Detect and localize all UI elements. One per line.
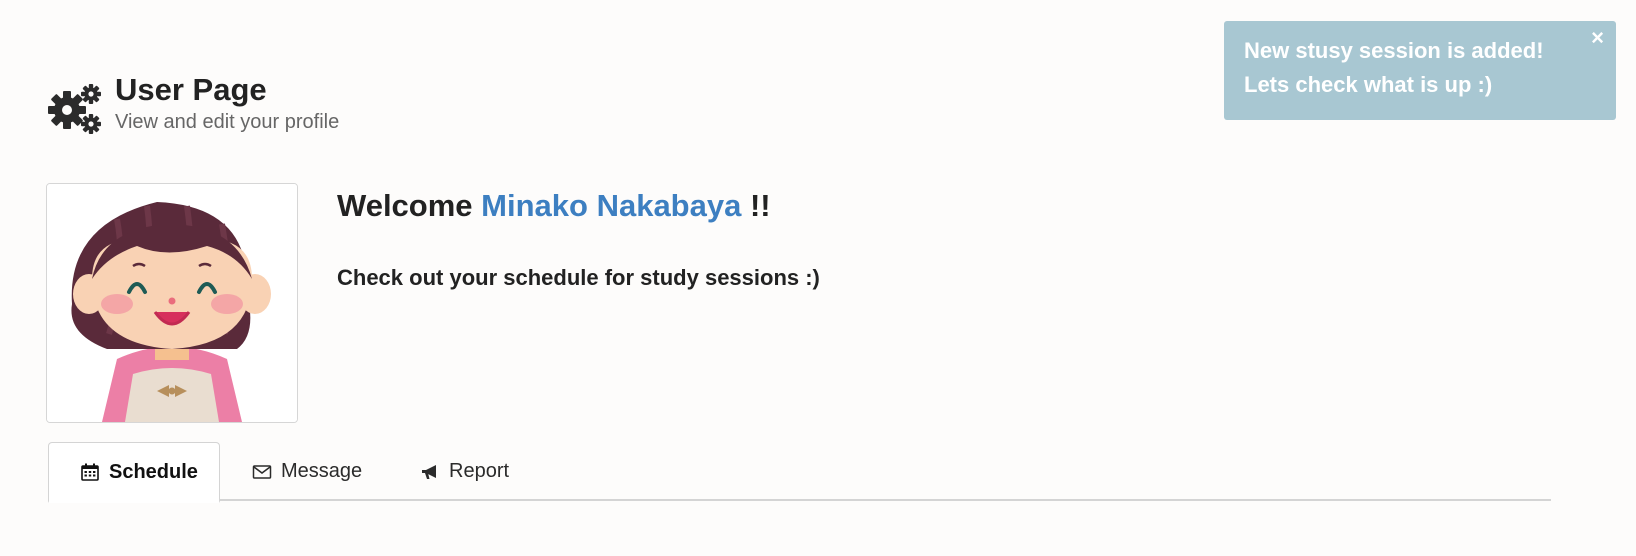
welcome-heading: Welcome Minako Nakabaya !! (337, 186, 771, 226)
profile-tabs: Schedule Message Report (48, 442, 1551, 503)
bullhorn-icon (422, 464, 436, 479)
user-page: User Page View and edit your profile New… (0, 0, 1636, 556)
toast-message-line1: New stusy session is added! (1244, 38, 1544, 63)
page-subtitle: View and edit your profile (115, 111, 340, 133)
tab-schedule-label: Schedule (109, 460, 198, 483)
calendar-icon (81, 463, 99, 481)
tab-message-label: Message (281, 460, 363, 482)
tab-report-label: Report (449, 460, 510, 482)
welcome-prefix: Welcome (337, 188, 473, 223)
avatar (46, 183, 298, 423)
notification-toast[interactable]: New stusy session is added! Lets check w… (1224, 21, 1616, 120)
user-name: Minako Nakabaya (481, 188, 742, 223)
tab-message[interactable]: Message (252, 442, 362, 501)
header-text: User Page View and edit your profile (115, 74, 339, 136)
welcome-suffix: !! (749, 188, 771, 223)
schedule-hint: Check out your schedule for study sessio… (337, 265, 820, 290)
toast-message-line2: Lets check what is up :) (1244, 72, 1493, 97)
page-header: User Page View and edit your profile (47, 74, 339, 136)
gears-icon (48, 84, 101, 134)
page-title: User Page (115, 72, 267, 107)
close-icon[interactable]: × (1591, 25, 1604, 51)
tab-report[interactable]: Report (420, 442, 509, 501)
envelope-icon (252, 464, 272, 479)
user-avatar-illustration (47, 184, 297, 422)
tab-schedule[interactable]: Schedule (48, 442, 220, 503)
